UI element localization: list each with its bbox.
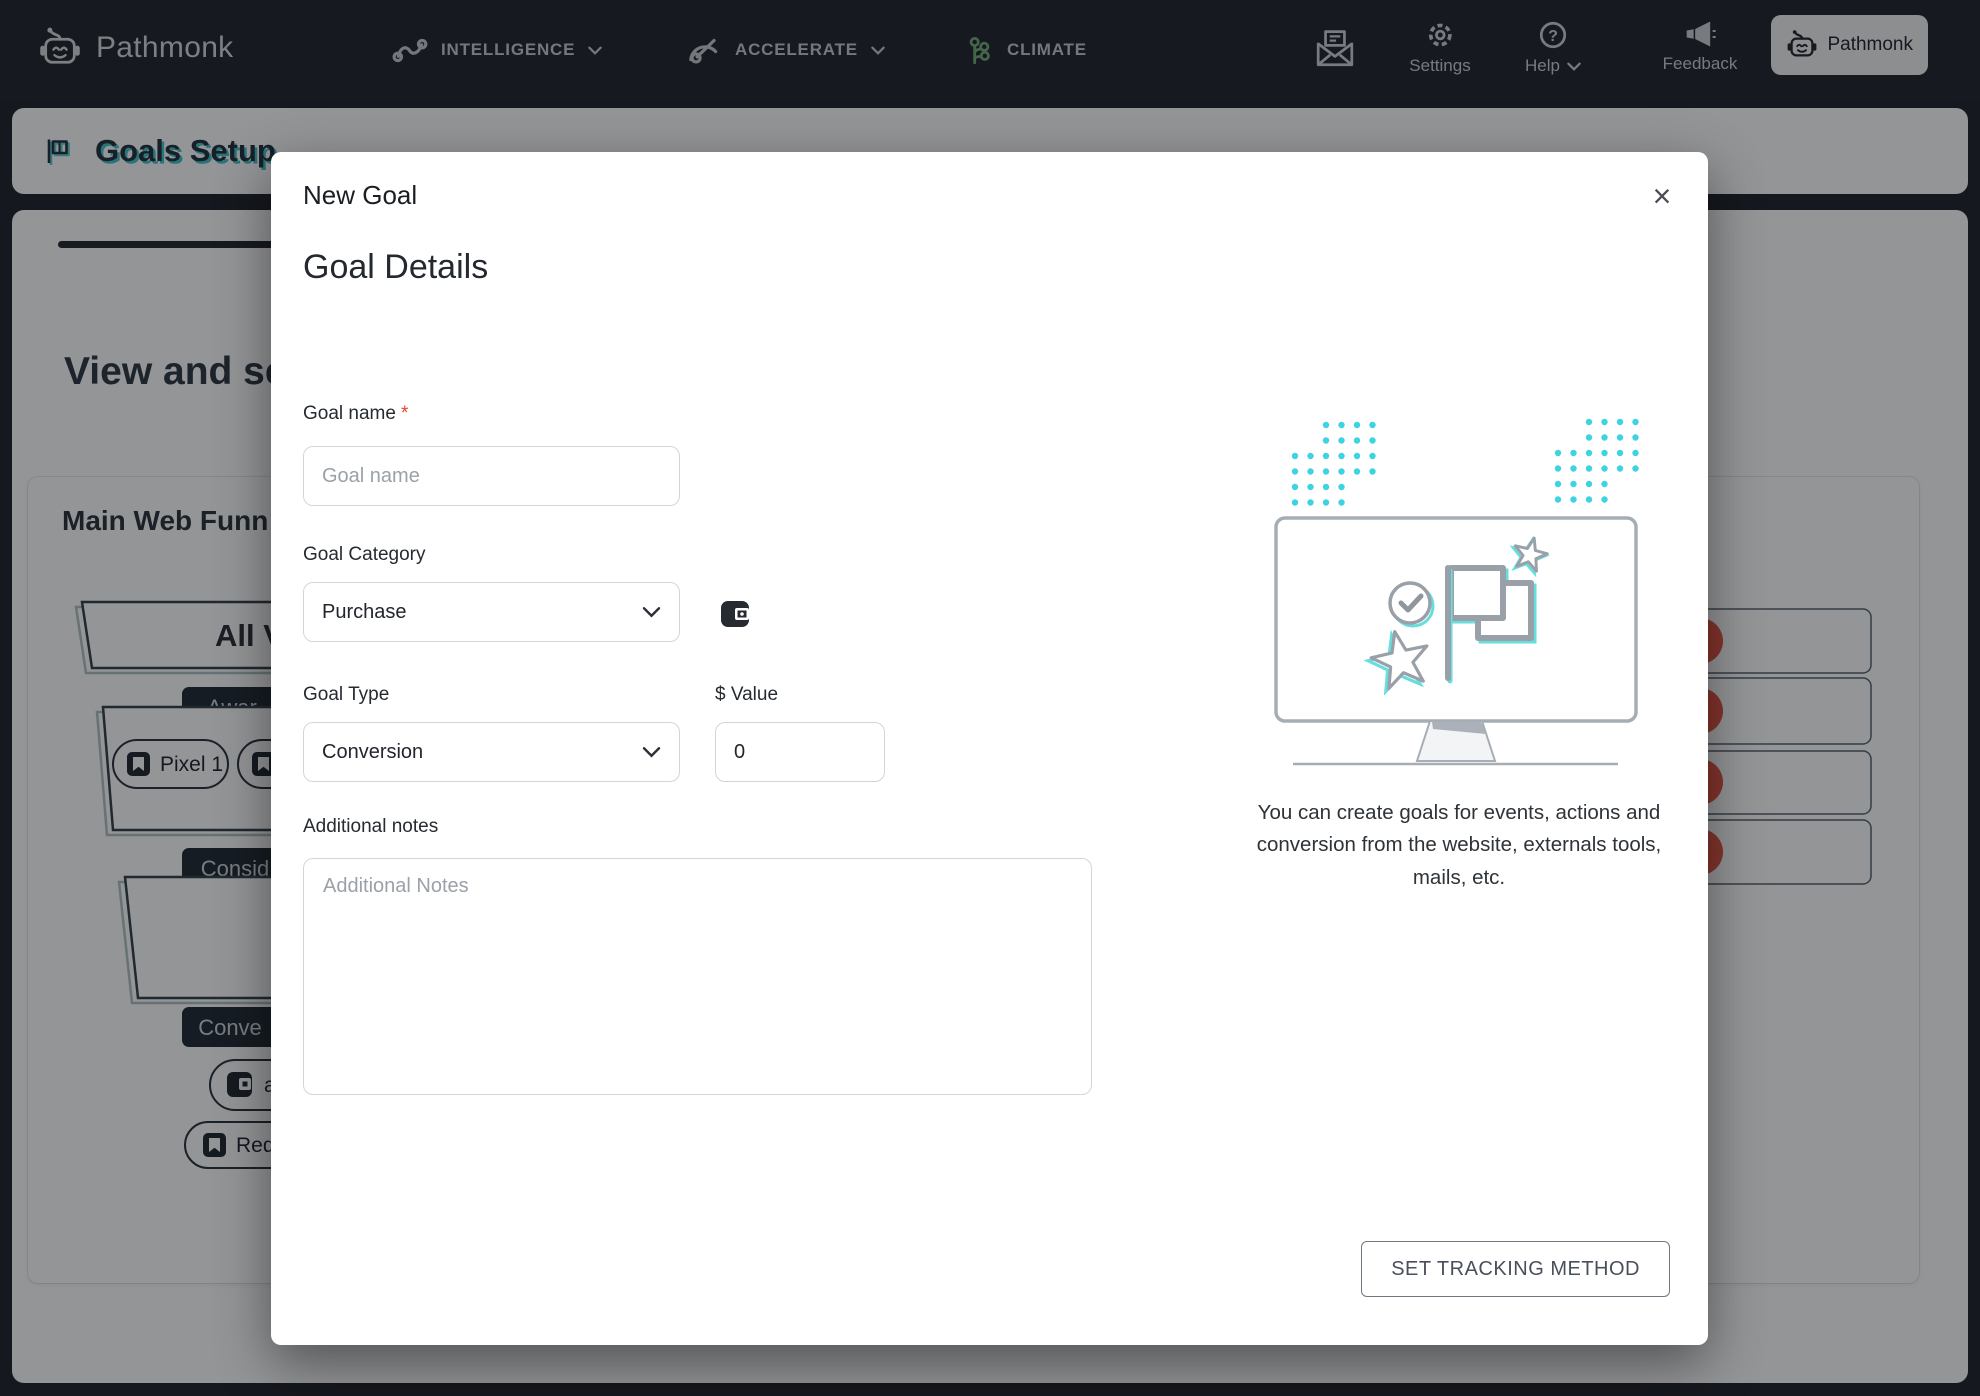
chevron-down-icon [642,606,661,618]
goal-category-label: Goal Category [303,544,426,566]
check-circle-icon [1390,583,1430,623]
goal-type-label: Goal Type [303,684,389,706]
goal-name-input[interactable] [303,446,680,506]
value-input[interactable] [715,722,885,782]
goal-name-label: Goal name* [303,403,408,425]
goal-illustration [1229,395,1681,787]
new-goal-modal: New Goal × Goal Details Goal name* Goal … [271,152,1708,1345]
purchase-wallet-icon [720,599,751,629]
section-title: Goal Details [303,248,488,287]
chevron-down-icon [642,746,661,758]
required-asterisk: * [401,403,408,424]
dot-grid-left [1292,422,1376,506]
set-tracking-method-button[interactable]: SET TRACKING METHOD [1361,1241,1670,1297]
goal-type-select[interactable]: Conversion [303,722,680,782]
goal-type-value: Conversion [322,741,423,764]
notes-textarea[interactable] [303,858,1092,1095]
dot-grid-right [1555,419,1639,503]
close-icon[interactable]: × [1640,174,1684,218]
goal-category-value: Purchase [322,601,407,624]
value-label: $ Value [715,684,778,706]
goal-info-text: You can create goals for events, actions… [1235,797,1683,894]
goal-category-select[interactable]: Purchase [303,582,680,642]
modal-title: New Goal [303,180,417,211]
notes-label: Additional notes [303,816,438,838]
